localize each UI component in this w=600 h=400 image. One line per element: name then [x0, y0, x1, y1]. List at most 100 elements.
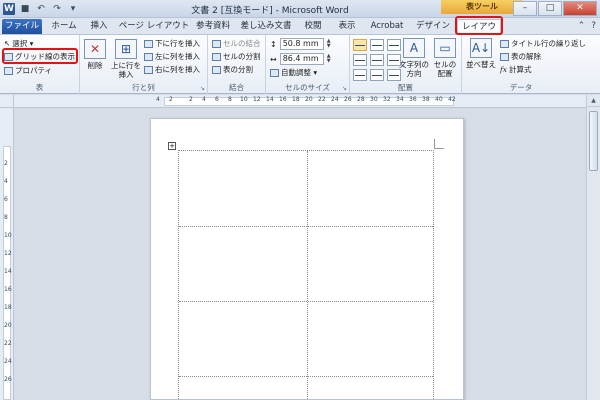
ruler-number: 30: [370, 96, 378, 103]
align-middle-left-icon[interactable]: [353, 54, 367, 66]
undo-icon[interactable]: ↶: [35, 3, 47, 15]
help-icon[interactable]: ?: [591, 21, 596, 31]
sort-button[interactable]: A↓ 並べ替え: [466, 38, 496, 69]
ruler-number: 2: [169, 96, 173, 103]
formula-button[interactable]: fx 計算式: [500, 64, 532, 75]
split-table-button[interactable]: 表の分割: [212, 64, 253, 75]
tab-design[interactable]: デザイン: [414, 19, 452, 34]
tab-page-layout[interactable]: ページ レイアウト: [118, 19, 190, 34]
quick-access-toolbar: ■ ↶ ↷ ▾: [19, 3, 79, 15]
vertical-ruler[interactable]: 2 4 6 8 10 12 14 16 18 20 22 24 26: [0, 108, 14, 400]
column-width-spinner[interactable]: ↔ 86.4 mm ▲ ▼: [270, 53, 331, 65]
ruler-number: 16: [279, 96, 287, 103]
table-row-divider: [179, 226, 433, 227]
scrollbar-thumb[interactable]: [589, 111, 598, 171]
minimize-button[interactable]: –: [513, 1, 537, 16]
table-gridlines[interactable]: [178, 150, 434, 400]
scroll-up-icon[interactable]: ▲: [587, 95, 600, 107]
row-height-spinner[interactable]: ↕ 50.8 mm ▲ ▼: [270, 38, 331, 50]
column-width-icon: ↔: [270, 54, 277, 64]
sort-label: 並べ替え: [466, 60, 496, 69]
tab-home[interactable]: ホーム: [46, 19, 82, 34]
close-button[interactable]: ✕: [563, 1, 597, 16]
text-direction-button[interactable]: A 文字列の方向: [398, 38, 430, 78]
ruler-number: 14: [266, 96, 274, 103]
tab-references[interactable]: 参考資料: [192, 19, 234, 34]
table-move-handle-icon[interactable]: +: [168, 142, 176, 150]
ruler-number: 8: [4, 214, 8, 221]
insert-right-button[interactable]: 右に列を挿入: [144, 64, 200, 75]
tab-file[interactable]: ファイル: [2, 19, 42, 34]
repeat-header-label: タイトル行の繰り返し: [511, 39, 586, 48]
ruler-number: 38: [422, 96, 430, 103]
align-middle-right-icon[interactable]: [387, 54, 401, 66]
merge-cells-button[interactable]: セルの結合: [212, 38, 261, 49]
redo-icon[interactable]: ↷: [51, 3, 63, 15]
ruler-number: 4: [156, 96, 160, 103]
rows-columns-launcher-icon[interactable]: ↘: [200, 85, 205, 92]
merge-cells-label: セルの結合: [223, 39, 261, 48]
ruler-number: 12: [253, 96, 261, 103]
page-margin-mark: [434, 139, 444, 149]
ruler-number: 12: [4, 250, 12, 257]
split-cells-icon: [212, 52, 221, 61]
tab-view[interactable]: 表示: [332, 19, 362, 34]
word-app-icon[interactable]: W: [3, 3, 15, 15]
convert-to-text-icon: [500, 52, 509, 61]
repeat-header-rows-button[interactable]: タイトル行の繰り返し: [500, 38, 586, 49]
row-height-input[interactable]: 50.8 mm: [279, 38, 324, 50]
cell-size-launcher-icon[interactable]: ↘: [342, 85, 347, 92]
align-bottom-center-icon[interactable]: [370, 69, 384, 81]
maximize-button[interactable]: □: [538, 1, 562, 16]
minimize-ribbon-icon[interactable]: ⌃: [578, 21, 586, 31]
align-middle-center-icon[interactable]: [370, 54, 384, 66]
cell-margins-icon: ▭: [434, 38, 456, 58]
tab-acrobat[interactable]: Acrobat: [366, 19, 408, 34]
insert-row-above-icon: ⊞: [115, 39, 137, 59]
tab-mailings[interactable]: 差し込み文書: [238, 19, 294, 34]
convert-to-text-label: 表の解除: [511, 52, 541, 61]
align-top-center-icon[interactable]: [370, 39, 384, 51]
tab-review[interactable]: 校閲: [298, 19, 328, 34]
horizontal-ruler[interactable]: 4 2 2 4 6 8 10 12 14 16 18 20 22 24 26 2…: [14, 95, 586, 108]
split-cells-button[interactable]: セルの分割: [212, 51, 261, 62]
insert-below-button[interactable]: 下に行を挿入: [144, 38, 200, 49]
cell-margins-button[interactable]: ▭ セルの配置: [432, 38, 458, 78]
align-bottom-right-icon[interactable]: [387, 69, 401, 81]
spinner-arrows-icon[interactable]: ▲ ▼: [327, 54, 331, 64]
save-icon[interactable]: ■: [19, 3, 31, 15]
ruler-number: 8: [228, 96, 232, 103]
ruler-number: 32: [383, 96, 391, 103]
ruler-tab-selector[interactable]: [0, 95, 14, 108]
group-merge: セルの結合 セルの分割 表の分割 結合: [208, 35, 266, 94]
ruler-number: 24: [331, 96, 339, 103]
insert-right-label: 右に列を挿入: [155, 65, 200, 74]
insert-left-button[interactable]: 左に列を挿入: [144, 51, 200, 62]
autofit-label: 自動調整 ▾: [281, 68, 318, 77]
gridlines-highlight: [2, 48, 78, 64]
group-table: ↖ 選択 ▾ グリッド線の表示 プロパティ 表: [0, 35, 80, 94]
insert-above-button[interactable]: ⊞ 上に行を挿入: [111, 39, 141, 79]
ruler-number: 14: [4, 268, 12, 275]
split-table-label: 表の分割: [223, 65, 253, 74]
text-direction-icon: A: [403, 38, 425, 58]
ribbon: ↖ 選択 ▾ グリッド線の表示 プロパティ 表 ✕ 削除 ⊞ 上に行を挿入 下に…: [0, 35, 600, 94]
ribbon-tab-row: ファイル ホーム 挿入 ページ レイアウト 参考資料 差し込み文書 校閲 表示 …: [0, 16, 600, 47]
window-title: 文書 2 [互換モード] - Microsoft Word: [191, 6, 349, 16]
delete-button[interactable]: ✕ 削除: [83, 39, 107, 70]
properties-button[interactable]: プロパティ: [4, 65, 52, 76]
align-bottom-left-icon[interactable]: [353, 69, 367, 81]
customize-icon[interactable]: ▾: [67, 3, 79, 15]
split-cells-label: セルの分割: [223, 52, 261, 61]
vertical-scrollbar[interactable]: ▲: [586, 95, 600, 400]
spinner-arrows-icon[interactable]: ▲ ▼: [327, 39, 331, 49]
align-top-right-icon[interactable]: [387, 39, 401, 51]
autofit-button[interactable]: 自動調整 ▾: [270, 67, 317, 78]
convert-to-text-button[interactable]: 表の解除: [500, 51, 541, 62]
group-label-merge: 結合: [229, 83, 244, 92]
insert-column-right-icon: [144, 65, 153, 74]
column-width-input[interactable]: 86.4 mm: [279, 53, 324, 65]
align-top-left-icon[interactable]: [353, 39, 367, 51]
tab-insert[interactable]: 挿入: [84, 19, 114, 34]
document-page[interactable]: +: [150, 118, 464, 400]
